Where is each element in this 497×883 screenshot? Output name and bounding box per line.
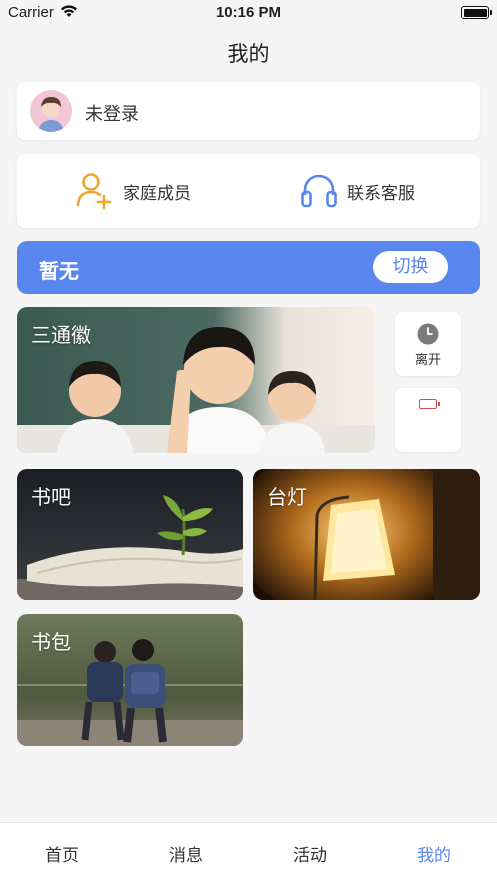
status-bar: Carrier 10:16 PM — [0, 0, 497, 26]
tab-mine[interactable]: 我的 — [394, 841, 474, 866]
group-bar: 暂无 切换 — [17, 241, 480, 294]
tile-shubao-title: 书包 — [31, 630, 71, 654]
tile-shuba-title: 书吧 — [31, 485, 71, 509]
battery-low-icon — [419, 399, 440, 409]
add-user-icon — [76, 173, 112, 210]
headset-icon — [301, 174, 337, 208]
leave-status-card[interactable]: 离开 — [395, 312, 461, 376]
avatar[interactable] — [30, 90, 72, 132]
tab-home[interactable]: 首页 — [22, 841, 102, 866]
tile-shubao[interactable]: 书包 — [17, 614, 243, 746]
page-title: 我的 — [227, 42, 270, 66]
quick-actions-card: 家庭成员 联系客服 — [17, 154, 480, 228]
tile-santong[interactable]: 三通徽 — [17, 307, 375, 453]
avatar-icon — [30, 90, 72, 132]
group-name: 暂无 — [39, 259, 79, 283]
contact-service-button[interactable]: 联系客服 — [299, 154, 415, 228]
user-card[interactable]: 未登录 — [17, 82, 480, 140]
user-name[interactable]: 未登录 — [85, 100, 139, 126]
tile-shuba[interactable]: 书吧 — [17, 469, 243, 600]
tile-santong-title: 三通徽 — [31, 323, 91, 347]
switch-button[interactable]: 切换 — [373, 251, 448, 283]
battery-status-card[interactable] — [395, 388, 461, 452]
tab-bar: 首页 消息 活动 我的 — [0, 822, 497, 883]
battery-icon — [461, 6, 492, 19]
family-members-button[interactable]: 家庭成员 — [75, 154, 191, 228]
tab-activities[interactable]: 活动 — [270, 841, 350, 866]
tile-taideng[interactable]: 台灯 — [253, 469, 480, 600]
family-members-label: 家庭成员 — [123, 183, 191, 204]
leave-status-label: 离开 — [414, 353, 441, 368]
contact-service-label: 联系客服 — [347, 183, 415, 204]
tab-messages[interactable]: 消息 — [146, 841, 226, 866]
clock-time: 10:16 PM — [215, 4, 282, 21]
clock-icon — [417, 323, 439, 345]
tile-taideng-title: 台灯 — [267, 485, 307, 509]
